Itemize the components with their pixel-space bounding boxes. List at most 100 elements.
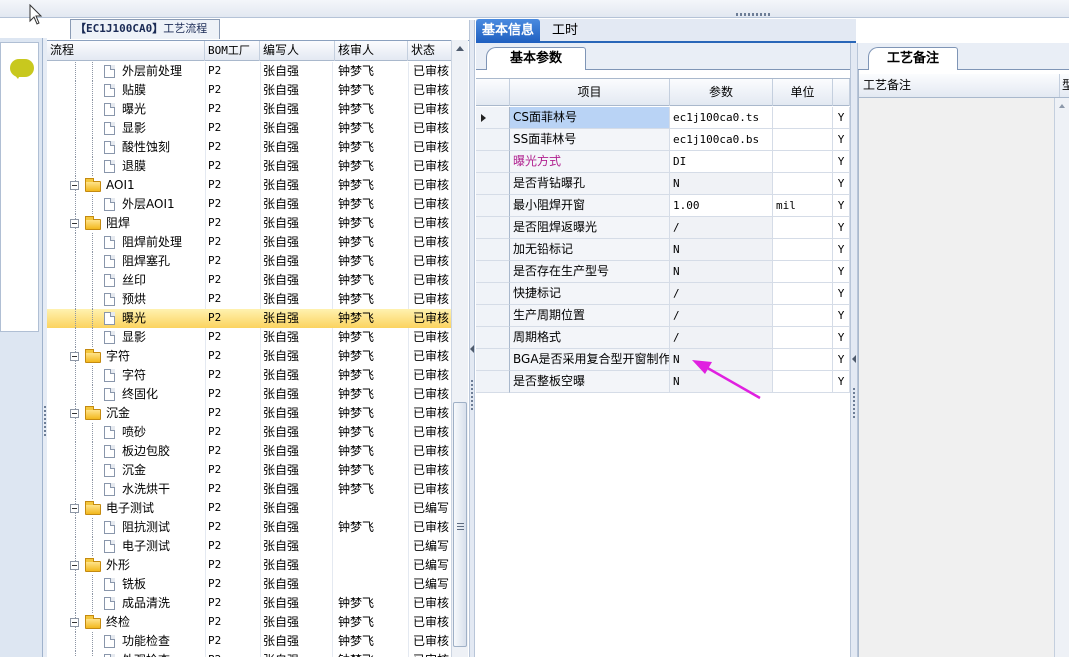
tree-row[interactable]: 外层前处理 P2 张自强 钟梦飞 已审核 — [47, 62, 451, 81]
param-row[interactable]: 周期格式 / Y — [476, 327, 850, 349]
tree-row[interactable]: 喷砂 P2 张自强 钟梦飞 已审核 — [47, 423, 451, 442]
param-value-cell[interactable]: N — [670, 173, 773, 195]
tree-row[interactable]: 字符 P2 张自强 钟梦飞 已审核 — [47, 366, 451, 385]
scroll-thumb[interactable] — [453, 402, 467, 647]
tree-row[interactable]: 成品清洗 P2 张自强 钟梦飞 已审核 — [47, 594, 451, 613]
tree-row[interactable]: 退膜 P2 张自强 钟梦飞 已审核 — [47, 157, 451, 176]
param-row[interactable]: 曝光方式 DI Y — [476, 151, 850, 173]
tree-row[interactable]: 水洗烘干 P2 张自强 钟梦飞 已审核 — [47, 480, 451, 499]
col-header-bom[interactable]: BOM工厂 — [205, 41, 260, 61]
tree-row[interactable]: 曝光 P2 张自强 钟梦飞 已审核 — [47, 309, 451, 328]
collapse-icon[interactable] — [70, 561, 79, 570]
collapse-icon[interactable] — [70, 504, 79, 513]
param-value-cell[interactable]: / — [670, 327, 773, 349]
row-header[interactable] — [476, 349, 510, 371]
tree-row[interactable]: 外观检查P2 张自强 钟梦飞 已审核 — [47, 651, 451, 657]
tab-work-hours[interactable]: 工时 — [546, 19, 584, 43]
row-header[interactable] — [476, 283, 510, 305]
col-header-reviewer[interactable]: 核审人 — [335, 41, 408, 61]
tree-row[interactable]: 板边包胶 P2 张自强 钟梦飞 已审核 — [47, 442, 451, 461]
param-row[interactable]: 是否背钻曝孔 N Y — [476, 173, 850, 195]
tree-row[interactable]: 阻焊前处理 P2 张自强 钟梦飞 已审核 — [47, 233, 451, 252]
param-value-cell[interactable]: / — [670, 217, 773, 239]
tree-row[interactable]: 铣板 P2 张自强 已编写 — [47, 575, 451, 594]
row-header[interactable] — [476, 371, 510, 393]
collapse-icon[interactable] — [70, 181, 79, 190]
collapse-icon[interactable] — [70, 409, 79, 418]
tree-row[interactable]: 显影 P2 张自强 钟梦飞 已审核 — [47, 119, 451, 138]
tree-row[interactable]: AOI1 P2 张自强 钟梦飞 已审核 — [47, 176, 451, 195]
tab-process-notes[interactable]: 工艺备注 — [868, 47, 958, 70]
row-header[interactable] — [476, 129, 510, 151]
notes-body[interactable] — [859, 98, 1055, 657]
collapse-icon[interactable] — [70, 618, 79, 627]
param-row[interactable]: 最小阻焊开窗 1.00 mil Y — [476, 195, 850, 217]
tree-row[interactable]: 字符 P2 张自强 钟梦飞 已审核 — [47, 347, 451, 366]
tree-row[interactable]: 酸性蚀刻 P2 张自强 钟梦飞 已审核 — [47, 138, 451, 157]
tree-row[interactable]: 阻抗测试 P2 张自强 钟梦飞 已审核 — [47, 518, 451, 537]
row-header[interactable] — [476, 239, 510, 261]
row-header[interactable] — [476, 107, 510, 129]
param-value-cell[interactable]: ec1j100ca0.ts — [670, 107, 773, 129]
col-header-value[interactable]: 参数 — [670, 79, 773, 106]
tree-row[interactable]: 阻焊塞孔 P2 张自强 钟梦飞 已审核 — [47, 252, 451, 271]
param-row[interactable]: 快捷标记 / Y — [476, 283, 850, 305]
tab-basic-params[interactable]: 基本参数 — [486, 47, 586, 70]
param-row[interactable]: 是否存在生产型号 N Y — [476, 261, 850, 283]
param-value-cell[interactable]: / — [670, 305, 773, 327]
tree-vertical-scrollbar[interactable] — [451, 40, 468, 657]
scroll-up-icon[interactable] — [456, 46, 464, 51]
tree-row[interactable]: 外形 P2 张自强 已编写 — [47, 556, 451, 575]
row-header[interactable] — [476, 195, 510, 217]
tree-row[interactable]: 电子测试 P2 张自强 已编写 — [47, 499, 451, 518]
col-header-notes[interactable]: 工艺备注 — [863, 74, 911, 97]
collapse-icon[interactable] — [70, 352, 79, 361]
tree-row[interactable]: 电子测试 P2 张自强 已编写 — [47, 537, 451, 556]
tree-row[interactable]: 终固化 P2 张自强 钟梦飞 已审核 — [47, 385, 451, 404]
param-row[interactable]: 是否整板空曝 N Y — [476, 371, 850, 393]
param-value-cell[interactable]: N — [670, 371, 773, 393]
tree-row[interactable]: 丝印 P2 张自强 钟梦飞 已审核 — [47, 271, 451, 290]
row-header[interactable] — [476, 217, 510, 239]
chat-bubble-icon[interactable] — [10, 59, 34, 79]
row-header[interactable] — [476, 261, 510, 283]
tree-row[interactable]: 功能检查 P2 张自强 钟梦飞 已审核 — [47, 632, 451, 651]
col-header-process[interactable]: 流程 — [47, 41, 205, 61]
col-header-model[interactable]: 型 — [1059, 74, 1069, 97]
tree-row[interactable]: 显影 P2 张自强 钟梦飞 已审核 — [47, 328, 451, 347]
param-row[interactable]: SS面菲林号 ec1j100ca0.bs Y — [476, 129, 850, 151]
tree-row[interactable]: 贴膜 P2 张自强 钟梦飞 已审核 — [47, 81, 451, 100]
row-header[interactable] — [476, 173, 510, 195]
tree-row[interactable]: 外层AOI1 P2 张自强 钟梦飞 已审核 — [47, 195, 451, 214]
right-splitter[interactable] — [850, 43, 858, 657]
tree-row[interactable]: 沉金 P2 张自强 钟梦飞 已审核 — [47, 404, 451, 423]
middle-splitter[interactable] — [469, 20, 475, 657]
param-value-cell[interactable]: N — [670, 261, 773, 283]
tree-row[interactable]: 沉金 P2 张自强 钟梦飞 已审核 — [47, 461, 451, 480]
col-header-item[interactable]: 项目 — [510, 79, 670, 106]
row-header[interactable] — [476, 327, 510, 349]
notes-scrollbar[interactable] — [1055, 98, 1069, 657]
param-row[interactable]: BGA是否采用复合型开窗制作 N Y — [476, 349, 850, 371]
tree-row[interactable]: 曝光 P2 张自强 钟梦飞 已审核 — [47, 100, 451, 119]
param-value-cell[interactable]: / — [670, 283, 773, 305]
param-value-cell[interactable]: 1.00 — [670, 195, 773, 217]
param-value-cell[interactable]: N — [670, 239, 773, 261]
col-header-writer[interactable]: 编写人 — [260, 41, 335, 61]
top-splitter-grip[interactable] — [736, 13, 772, 16]
param-row[interactable]: 生产周期位置 / Y — [476, 305, 850, 327]
param-row[interactable]: 是否阻焊返曝光 / Y — [476, 217, 850, 239]
tab-basic-info[interactable]: 基本信息 — [476, 19, 541, 43]
param-value-cell[interactable]: DI — [670, 151, 773, 173]
param-row[interactable]: CS面菲林号 ec1j100ca0.ts Y — [476, 107, 850, 129]
param-row[interactable]: 加无铅标记 N Y — [476, 239, 850, 261]
row-header[interactable] — [476, 151, 510, 173]
process-tree-tab[interactable]: 【EC1J100CA0】工艺流程 — [70, 19, 220, 39]
tree-row[interactable]: 预烘 P2 张自强 钟梦飞 已审核 — [47, 290, 451, 309]
collapse-icon[interactable] — [70, 219, 79, 228]
tree-row[interactable]: 终检 P2 张自强 钟梦飞 已审核 — [47, 613, 451, 632]
param-value-cell[interactable]: ec1j100ca0.bs — [670, 129, 773, 151]
param-value-cell[interactable]: N — [670, 349, 773, 371]
col-header-unit[interactable]: 单位 — [773, 79, 833, 106]
row-header[interactable] — [476, 305, 510, 327]
